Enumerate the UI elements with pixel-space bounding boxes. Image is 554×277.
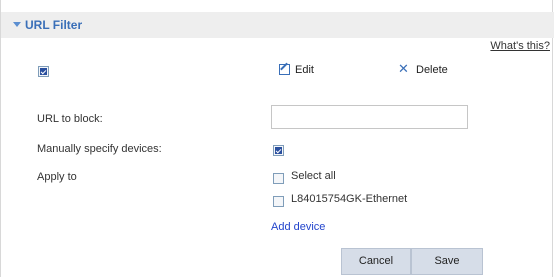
edit-icon bbox=[279, 64, 290, 75]
manual-devices-label: Manually specify devices: bbox=[37, 143, 162, 155]
edit-label: Edit bbox=[295, 64, 314, 76]
manual-devices-checkbox[interactable] bbox=[273, 145, 284, 156]
cancel-button[interactable]: Cancel bbox=[341, 248, 411, 275]
url-to-block-label: URL to block: bbox=[37, 113, 103, 125]
select-all-label: Select all bbox=[291, 170, 336, 182]
rule-enable-checkbox[interactable] bbox=[38, 66, 49, 77]
select-all-checkbox[interactable] bbox=[273, 173, 284, 184]
section-title: URL Filter bbox=[25, 18, 83, 32]
url-input[interactable] bbox=[271, 105, 468, 129]
device-label: L84015754GK-Ethernet bbox=[291, 193, 408, 205]
device-checkbox[interactable] bbox=[273, 196, 284, 207]
url-filter-panel: URL Filter What's this? Edit ✕ Delete UR… bbox=[0, 0, 554, 277]
section-header[interactable]: URL Filter bbox=[1, 12, 554, 38]
save-button[interactable]: Save bbox=[411, 248, 483, 275]
delete-icon: ✕ bbox=[398, 62, 409, 77]
whats-this-link[interactable]: What's this? bbox=[490, 40, 550, 52]
collapse-arrow-icon[interactable] bbox=[13, 22, 21, 27]
apply-to-label: Apply to bbox=[37, 171, 77, 183]
delete-label: Delete bbox=[416, 64, 448, 76]
add-device-link[interactable]: Add device bbox=[271, 221, 325, 233]
